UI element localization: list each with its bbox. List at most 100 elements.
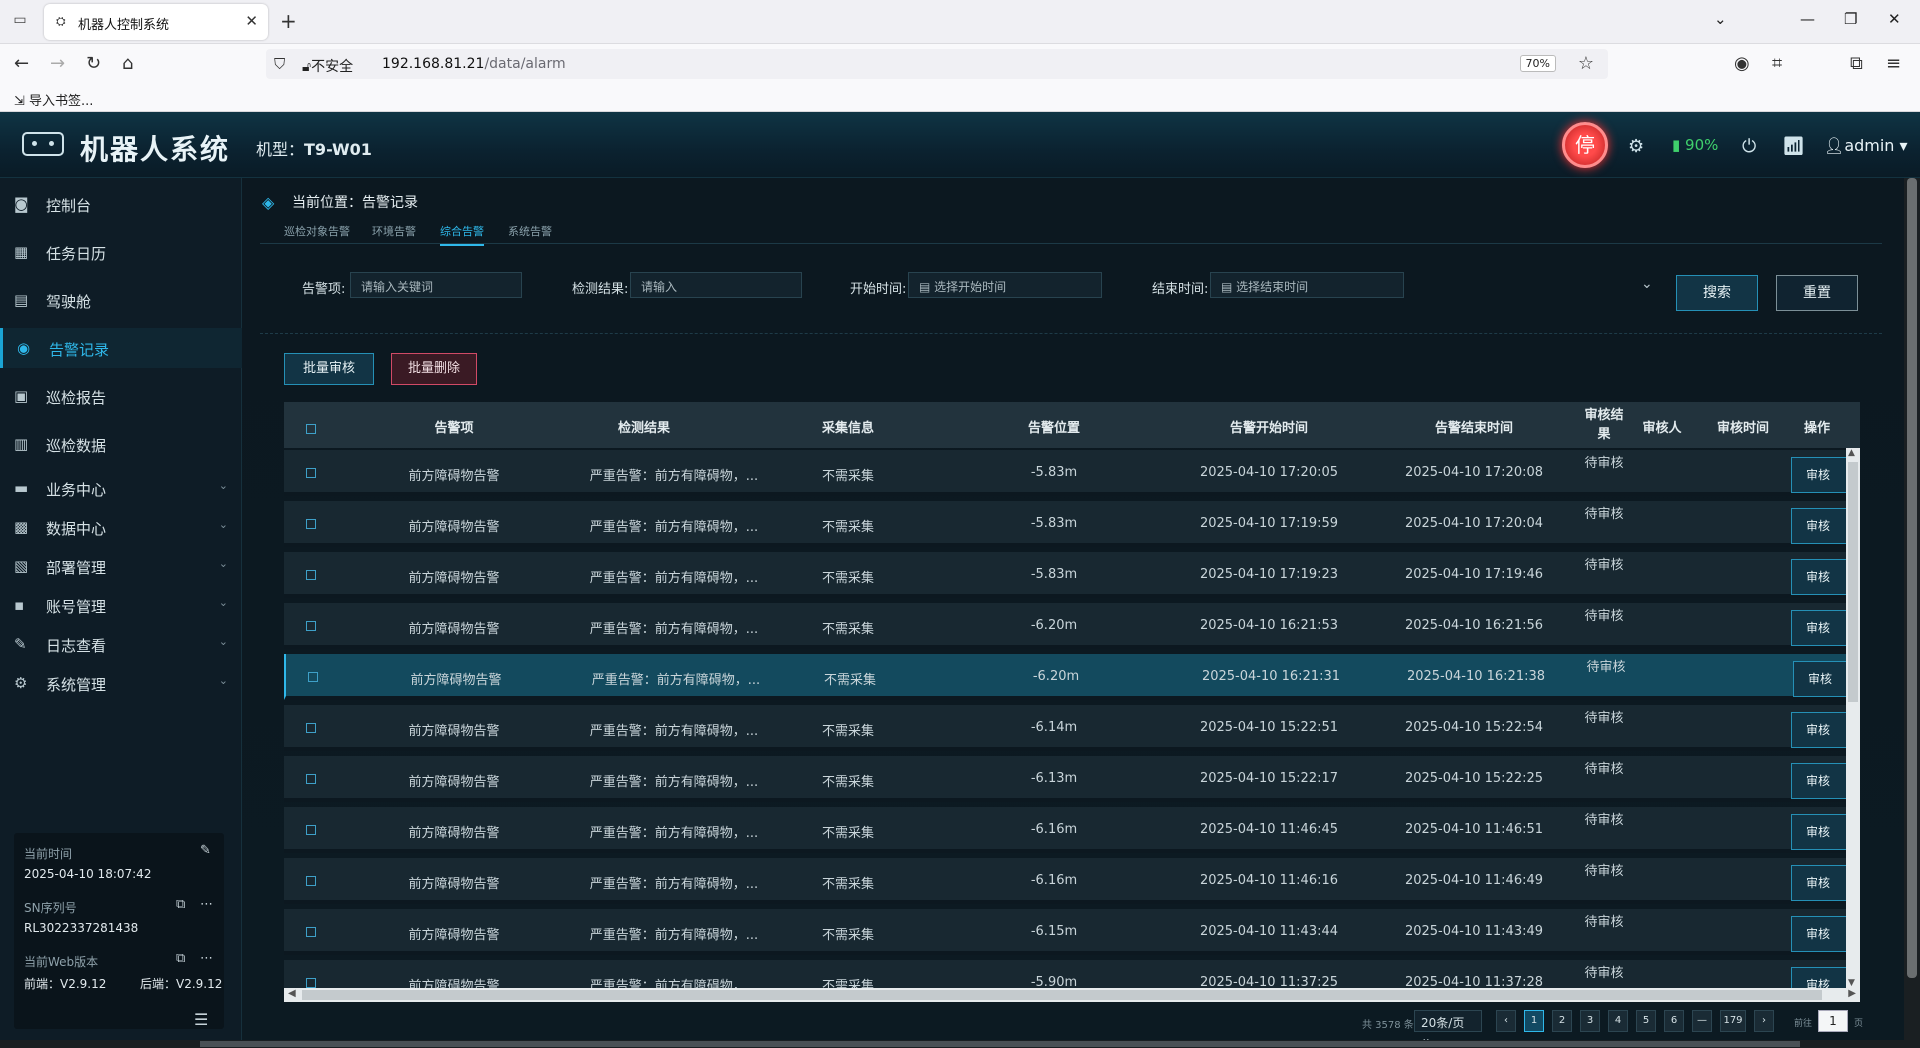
table-row[interactable]: 前方障碍物告警 严重告警：前方有障碍物，... 不需采集 -5.83m 2025-04-…: [284, 552, 1860, 598]
review-button[interactable]: 审核: [1791, 967, 1847, 988]
menu-icon[interactable]: ≡: [1886, 53, 1901, 74]
review-button[interactable]: 审核: [1791, 559, 1847, 595]
sidebar-item-account[interactable]: ▪ 账号管理 ⌄: [0, 585, 242, 625]
copy-version-icon[interactable]: ⧉: [176, 951, 185, 966]
tab-system-alarm[interactable]: 系统告警: [508, 223, 552, 239]
more-version-icon[interactable]: ⋯: [200, 951, 213, 966]
close-window-icon[interactable]: ✕: [1888, 10, 1901, 28]
scroll-left-icon[interactable]: ◀: [288, 988, 296, 999]
sidebar-item-inspection-data[interactable]: ▥ 巡检数据: [0, 424, 242, 464]
collapse-sidebar-icon[interactable]: ☰: [194, 1010, 208, 1029]
table-row[interactable]: 前方障碍物告警 严重告警：前方有障碍物，... 不需采集 -6.20m 2025-04-…: [284, 603, 1860, 649]
review-button[interactable]: 审核: [1791, 814, 1847, 850]
col-alarm-item[interactable]: 告警项: [414, 417, 494, 436]
bookmark-star-icon[interactable]: ☆: [1578, 53, 1594, 74]
row-checkbox[interactable]: [306, 876, 316, 886]
page-button[interactable]: 179: [1720, 1010, 1746, 1032]
url-bar[interactable]: ⛉ 🔓︎不安全 192.168.81.21/data/alarm 70% ☆: [266, 49, 1608, 79]
scroll-thumb[interactable]: [1848, 462, 1858, 702]
copy-sn-icon[interactable]: ⧉: [176, 897, 185, 912]
row-checkbox[interactable]: [306, 621, 316, 631]
search-button[interactable]: 搜索: [1676, 275, 1758, 311]
col-result[interactable]: 检测结果: [604, 417, 684, 436]
url-text[interactable]: 192.168.81.21/data/alarm: [382, 56, 566, 72]
batch-delete-button[interactable]: 批量删除: [391, 353, 477, 385]
crop-icon[interactable]: ⌗: [1772, 53, 1782, 74]
row-checkbox[interactable]: [306, 978, 316, 988]
row-checkbox[interactable]: [306, 468, 316, 478]
prev-page-icon[interactable]: ‹: [1496, 1010, 1516, 1032]
row-checkbox[interactable]: [306, 927, 316, 937]
table-row[interactable]: 前方障碍物告警 严重告警：前方有障碍物，... 不需采集 -5.83m 2025-04-…: [284, 501, 1860, 547]
tab-comprehensive-alarm[interactable]: 综合告警: [440, 223, 484, 246]
col-action[interactable]: 操作: [1792, 417, 1842, 436]
review-button[interactable]: 审核: [1791, 916, 1847, 952]
alarm-item-input[interactable]: 请输入关键词: [350, 272, 522, 298]
col-position[interactable]: 告警位置: [1014, 417, 1094, 436]
table-row[interactable]: 前方障碍物告警 严重告警：前方有障碍物，... 不需采集 -5.90m 2025-04-…: [284, 960, 1860, 988]
row-checkbox[interactable]: [306, 774, 316, 784]
sidebar-item-system[interactable]: ⚙ 系统管理 ⌄: [0, 663, 242, 703]
reload-icon[interactable]: ↻: [86, 53, 101, 74]
end-time-picker[interactable]: ▤ 选择结束时间: [1210, 272, 1404, 298]
sidebar-item-task-calendar[interactable]: ▦ 任务日历: [0, 232, 242, 272]
shield-icon[interactable]: ⛉: [274, 55, 285, 73]
row-checkbox[interactable]: [306, 723, 316, 733]
page-button[interactable]: —: [1692, 1010, 1712, 1032]
col-end-time[interactable]: 告警结束时间: [1419, 417, 1529, 436]
expand-filters-icon[interactable]: ⌄: [1641, 276, 1653, 292]
review-button[interactable]: 审核: [1791, 712, 1847, 748]
hscroll-thumb[interactable]: [302, 990, 1822, 1000]
page-button[interactable]: 4: [1608, 1010, 1628, 1032]
tab-list-icon[interactable]: ▭: [10, 12, 30, 32]
result-input[interactable]: 请输入: [630, 272, 802, 298]
reset-button[interactable]: 重置: [1776, 275, 1858, 311]
row-checkbox[interactable]: [306, 570, 316, 580]
col-collect[interactable]: 采集信息: [808, 417, 888, 436]
sidebar-item-deployment[interactable]: ▧ 部署管理 ⌄: [0, 546, 242, 586]
page-button[interactable]: 5: [1636, 1010, 1656, 1032]
page-button[interactable]: 1: [1524, 1010, 1544, 1032]
review-button[interactable]: 审核: [1791, 865, 1847, 901]
table-row[interactable]: 前方障碍物告警 严重告警：前方有障碍物，... 不需采集 -6.16m 2025-04-…: [284, 807, 1860, 853]
tab-overflow-icon[interactable]: ⌄: [1714, 10, 1727, 28]
insecure-label[interactable]: 🔓︎不安全: [302, 56, 353, 76]
sidebar-item-console[interactable]: ◙ 控制台: [0, 184, 242, 224]
next-page-icon[interactable]: ›: [1754, 1010, 1774, 1032]
new-tab-icon[interactable]: +: [280, 9, 297, 33]
sidebar-item-inspection-report[interactable]: ▣ 巡检报告: [0, 376, 242, 416]
review-button[interactable]: 审核: [1791, 610, 1847, 646]
extensions-icon[interactable]: ⧉: [1850, 53, 1863, 74]
more-sn-icon[interactable]: ⋯: [200, 897, 213, 912]
back-icon[interactable]: ←: [14, 53, 29, 74]
scroll-right-icon[interactable]: ▶: [1848, 988, 1856, 999]
sidebar-item-alarm-records[interactable]: ◉ 告警记录: [0, 328, 242, 368]
col-start-time[interactable]: 告警开始时间: [1214, 417, 1324, 436]
select-all-checkbox[interactable]: [306, 424, 316, 434]
user-menu[interactable]: 👤︎admin ▾: [1824, 136, 1908, 155]
table-horizontal-scrollbar[interactable]: ◀ ▶: [284, 988, 1860, 1002]
start-time-picker[interactable]: ▤ 选择开始时间: [908, 272, 1102, 298]
page-button[interactable]: 3: [1580, 1010, 1600, 1032]
sidebar-item-data-center[interactable]: ▩ 数据中心 ⌄: [0, 507, 242, 547]
close-tab-icon[interactable]: ✕: [245, 12, 258, 30]
tab-object-alarm[interactable]: 巡检对象告警: [284, 223, 350, 239]
review-button[interactable]: 审核: [1793, 661, 1849, 697]
table-row[interactable]: 前方障碍物告警 严重告警：前方有障碍物，... 不需采集 -6.20m 2025-04-…: [284, 654, 1860, 700]
scroll-up-icon[interactable]: ▲: [1848, 448, 1855, 458]
row-checkbox[interactable]: [306, 825, 316, 835]
table-vertical-scrollbar[interactable]: ▲ ▼: [1846, 448, 1860, 988]
table-row[interactable]: 前方障碍物告警 严重告警：前方有障碍物，... 不需采集 -6.16m 2025-04-…: [284, 858, 1860, 904]
table-row[interactable]: 前方障碍物告警 严重告警：前方有障碍物，... 不需采集 -6.14m 2025-04-…: [284, 705, 1860, 751]
minimize-icon[interactable]: —: [1800, 10, 1815, 28]
page-button[interactable]: 2: [1552, 1010, 1572, 1032]
sidebar-item-cockpit[interactable]: ▤ 驾驶舱: [0, 280, 242, 320]
row-checkbox[interactable]: [308, 672, 318, 682]
forward-icon[interactable]: →: [50, 53, 65, 74]
col-review-time[interactable]: 审核时间: [1708, 417, 1778, 436]
zoom-badge[interactable]: 70%: [1519, 55, 1556, 72]
import-bookmarks-link[interactable]: ⇲ 导入书签...: [14, 90, 93, 109]
table-row[interactable]: 前方障碍物告警 严重告警：前方有障碍物，... 不需采集 -6.15m 2025-04-…: [284, 909, 1860, 955]
sidebar-item-logs[interactable]: ✎ 日志查看 ⌄: [0, 624, 242, 664]
page-button[interactable]: 6: [1664, 1010, 1684, 1032]
